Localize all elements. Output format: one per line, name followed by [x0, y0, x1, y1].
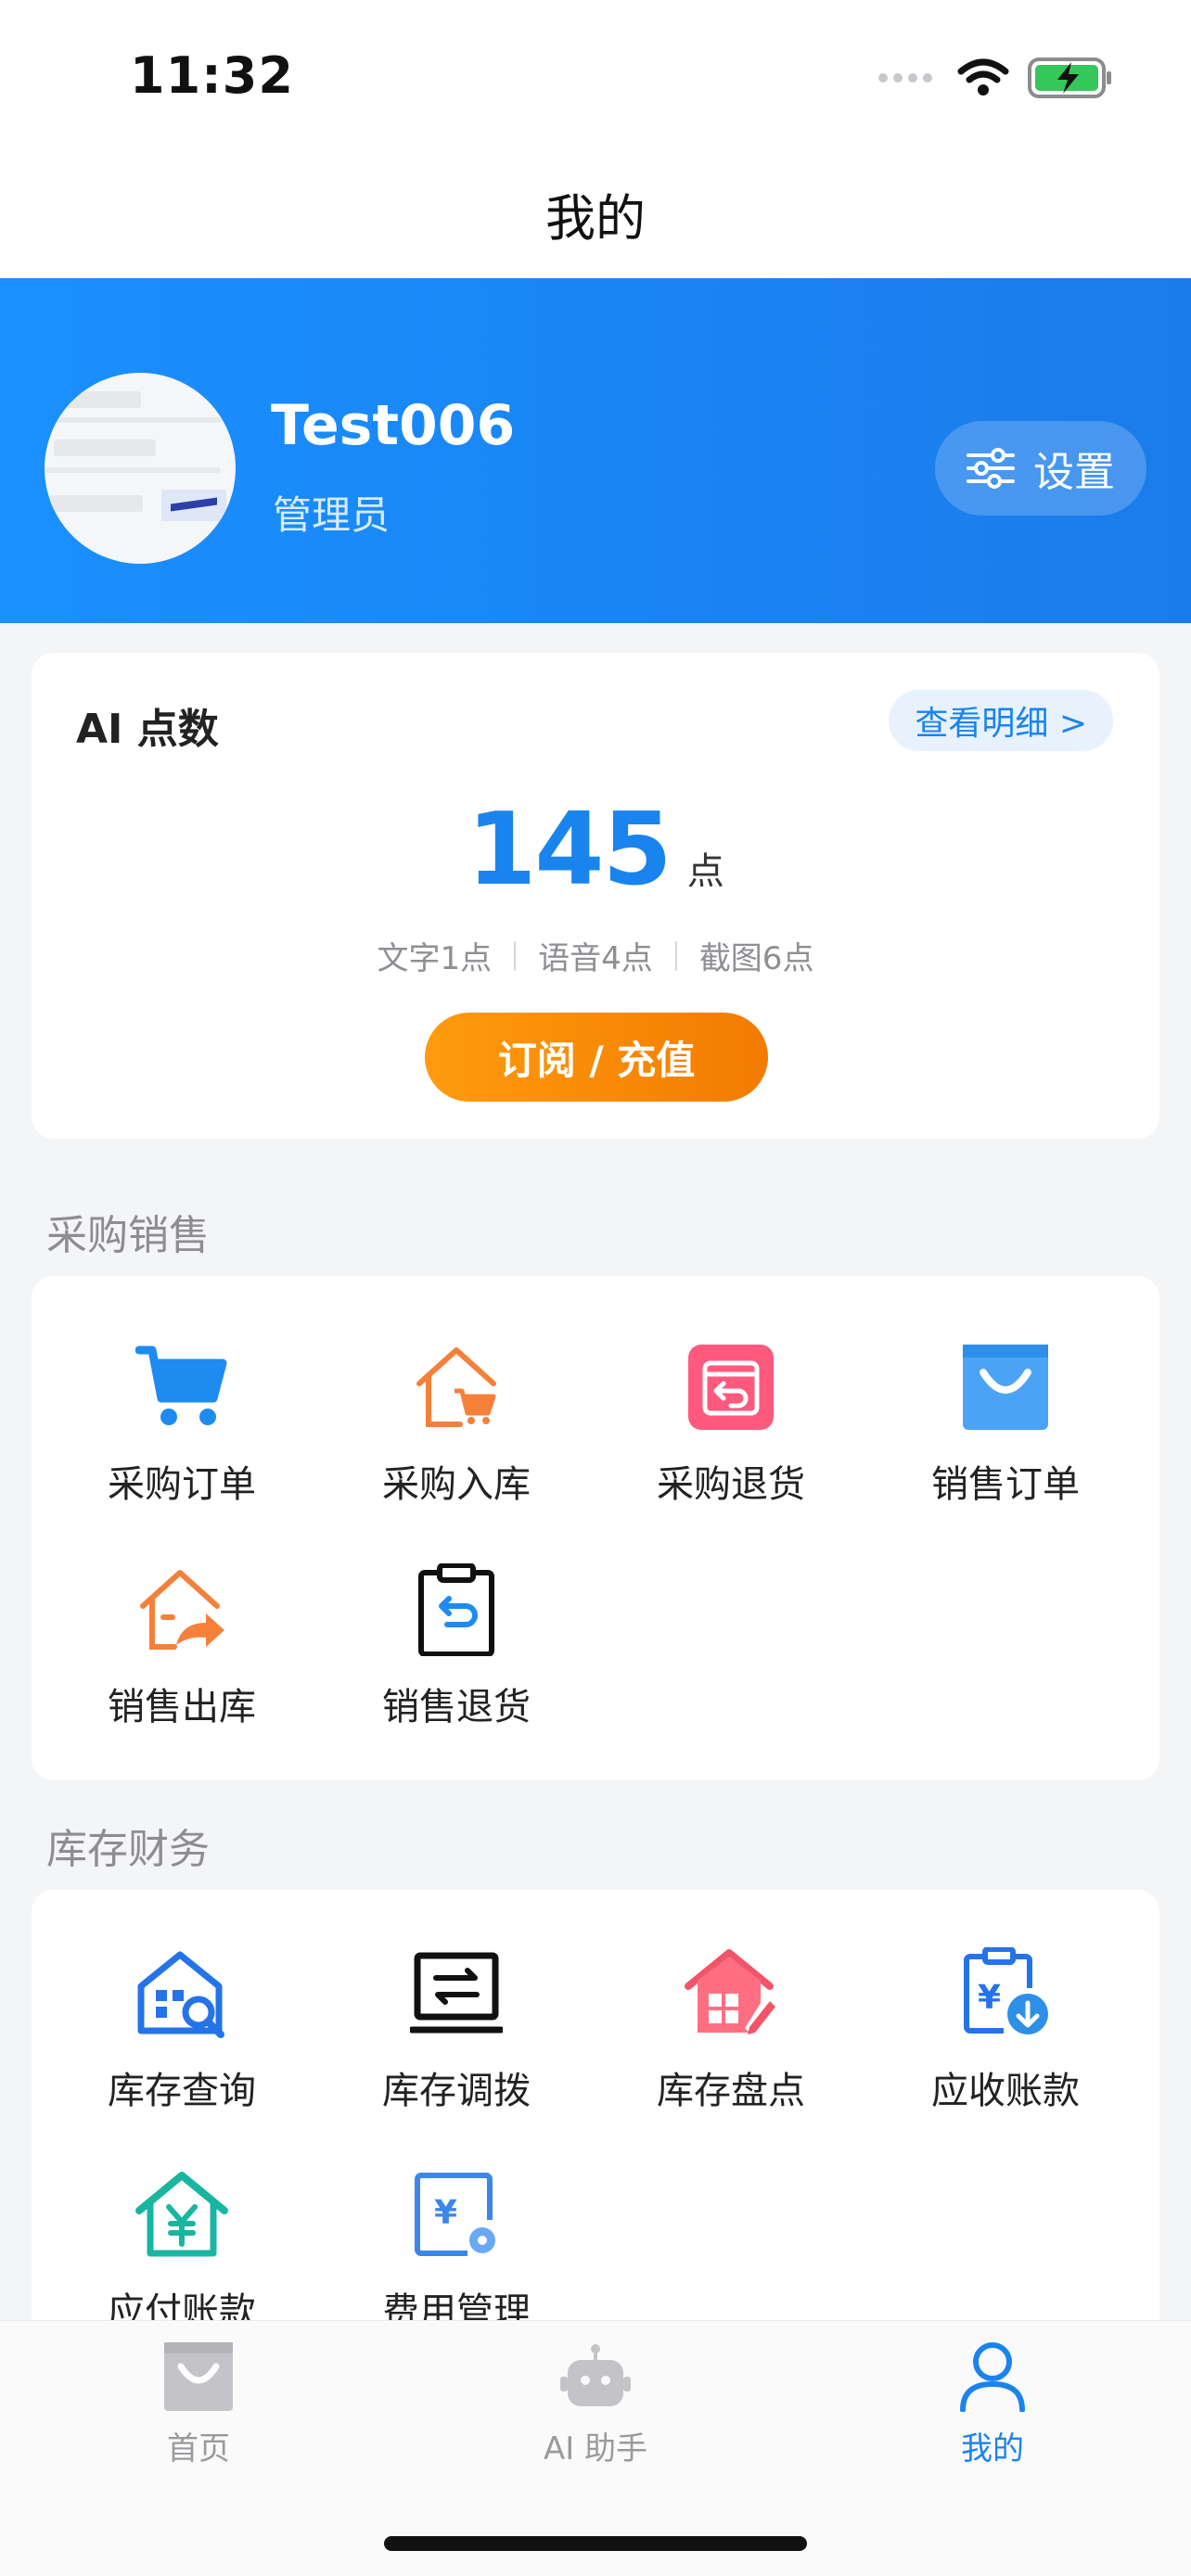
ai-points-title: AI 点数: [76, 706, 219, 753]
home-indicator: [384, 2536, 807, 2551]
cellular-signal-icon: [878, 73, 932, 83]
expense-settings-icon: ¥: [415, 2173, 495, 2256]
subscribe-recharge-button[interactable]: 订阅 / 充值: [425, 1013, 768, 1102]
purchase-sales-card: 采购订单 采购入库 采购退货 销售订单 销售出库 销售退货: [32, 1276, 1159, 1780]
grid-item-accounts-receivable[interactable]: ¥ 应收账款: [894, 1945, 1117, 2131]
profile-header: Test006 管理员 设置: [0, 278, 1191, 623]
grid-label: 库存查询: [108, 2070, 256, 2112]
house-cart-icon: [416, 1347, 496, 1427]
tab-home[interactable]: 首页: [59, 2340, 338, 2479]
clipboard-return-icon: [418, 1563, 494, 1656]
grid-label: 销售退货: [382, 1686, 531, 1728]
tab-bar: 首页 AI 助手 我的: [0, 2320, 1191, 2576]
battery-charging-icon: [1028, 57, 1111, 98]
section-title-inventory-finance: 库存财务: [46, 1826, 210, 1873]
rate-voice: 语音4点: [538, 940, 653, 977]
grid-label: 库存调拨: [382, 2070, 531, 2112]
settings-label: 设置: [1033, 449, 1115, 496]
svg-text:¥: ¥: [978, 1979, 1001, 2017]
grid-label: 应收账款: [931, 2070, 1080, 2112]
transfer-screen-icon: [410, 1952, 503, 2034]
home-bag-icon: [164, 2342, 233, 2411]
grid-item-inventory-transfer[interactable]: 库存调拨: [345, 1945, 568, 2131]
tab-label: 我的: [961, 2430, 1024, 2468]
wifi-icon: [957, 58, 1009, 96]
ai-points-card: AI 点数 查看明细 > 145 点 文字1点 语音4点 截图6点 订阅 / 充…: [32, 653, 1159, 1139]
point-rates: 文字1点 语音4点 截图6点: [32, 933, 1159, 978]
grid-item-sales-return[interactable]: 销售退货: [345, 1562, 568, 1747]
house-yuan-icon: [135, 2172, 228, 2257]
page-title: 我的: [545, 188, 646, 248]
status-bar: 11:32: [0, 0, 1191, 148]
grid-item-sales-order[interactable]: 销售订单: [894, 1339, 1117, 1524]
grid-item-sales-outbound[interactable]: 销售出库: [70, 1562, 293, 1747]
grid-label: 采购退货: [657, 1463, 805, 1506]
grid-label: 库存盘点: [657, 2070, 805, 2112]
tab-label: AI 助手: [543, 2430, 648, 2468]
grid-label: 采购入库: [382, 1463, 531, 1506]
username: Test006: [271, 393, 516, 458]
points-display: 145 点: [32, 792, 1159, 908]
points-value: 145: [467, 792, 672, 908]
points-unit: 点: [686, 850, 724, 893]
grid-item-inventory-count[interactable]: 库存盘点: [620, 1945, 842, 2131]
shopping-cart-icon: [135, 1345, 227, 1425]
shopping-bag-icon: [963, 1345, 1048, 1430]
section-title-purchase-sales: 采购销售: [46, 1212, 210, 1259]
user-role: 管理员: [273, 492, 391, 538]
rate-text: 文字1点: [377, 940, 493, 977]
grid-item-inventory-query[interactable]: 库存查询: [70, 1945, 293, 2131]
house-share-icon: [140, 1570, 224, 1650]
view-details-link[interactable]: 查看明细 >: [889, 690, 1113, 751]
grid-item-purchase-inbound[interactable]: 采购入库: [345, 1339, 568, 1524]
robot-icon: [560, 2344, 631, 2406]
tab-label: 首页: [167, 2430, 230, 2468]
divider: [514, 940, 517, 971]
svg-text:¥: ¥: [434, 2194, 457, 2232]
nav-bar: 我的: [0, 148, 1191, 278]
grid-label: 销售订单: [931, 1463, 1080, 1506]
warehouse-edit-icon: [685, 1949, 775, 2034]
receivable-clipboard-icon: ¥: [964, 1947, 1048, 2034]
tab-ai-assistant[interactable]: AI 助手: [456, 2340, 735, 2479]
grid-label: 采购订单: [108, 1463, 256, 1506]
grid-item-purchase-order[interactable]: 采购订单: [70, 1339, 293, 1524]
status-icons: [877, 56, 1113, 100]
warehouse-search-icon: [137, 1951, 224, 2038]
settings-button[interactable]: 设置: [935, 421, 1146, 516]
avatar[interactable]: [45, 373, 236, 564]
inventory-finance-card: 库存查询 库存调拨 库存盘点 ¥ 应收账款 应付账款 ¥ 费用管理: [32, 1890, 1159, 2391]
divider: [674, 940, 677, 971]
return-box-icon: [688, 1345, 774, 1430]
sliders-icon: [967, 448, 1015, 489]
grid-label: 销售出库: [108, 1686, 256, 1728]
status-time: 11:32: [130, 46, 294, 105]
user-icon: [960, 2342, 1025, 2412]
grid-item-purchase-return[interactable]: 采购退货: [620, 1339, 842, 1524]
rate-screenshot: 截图6点: [698, 940, 814, 977]
tab-profile[interactable]: 我的: [853, 2340, 1132, 2479]
